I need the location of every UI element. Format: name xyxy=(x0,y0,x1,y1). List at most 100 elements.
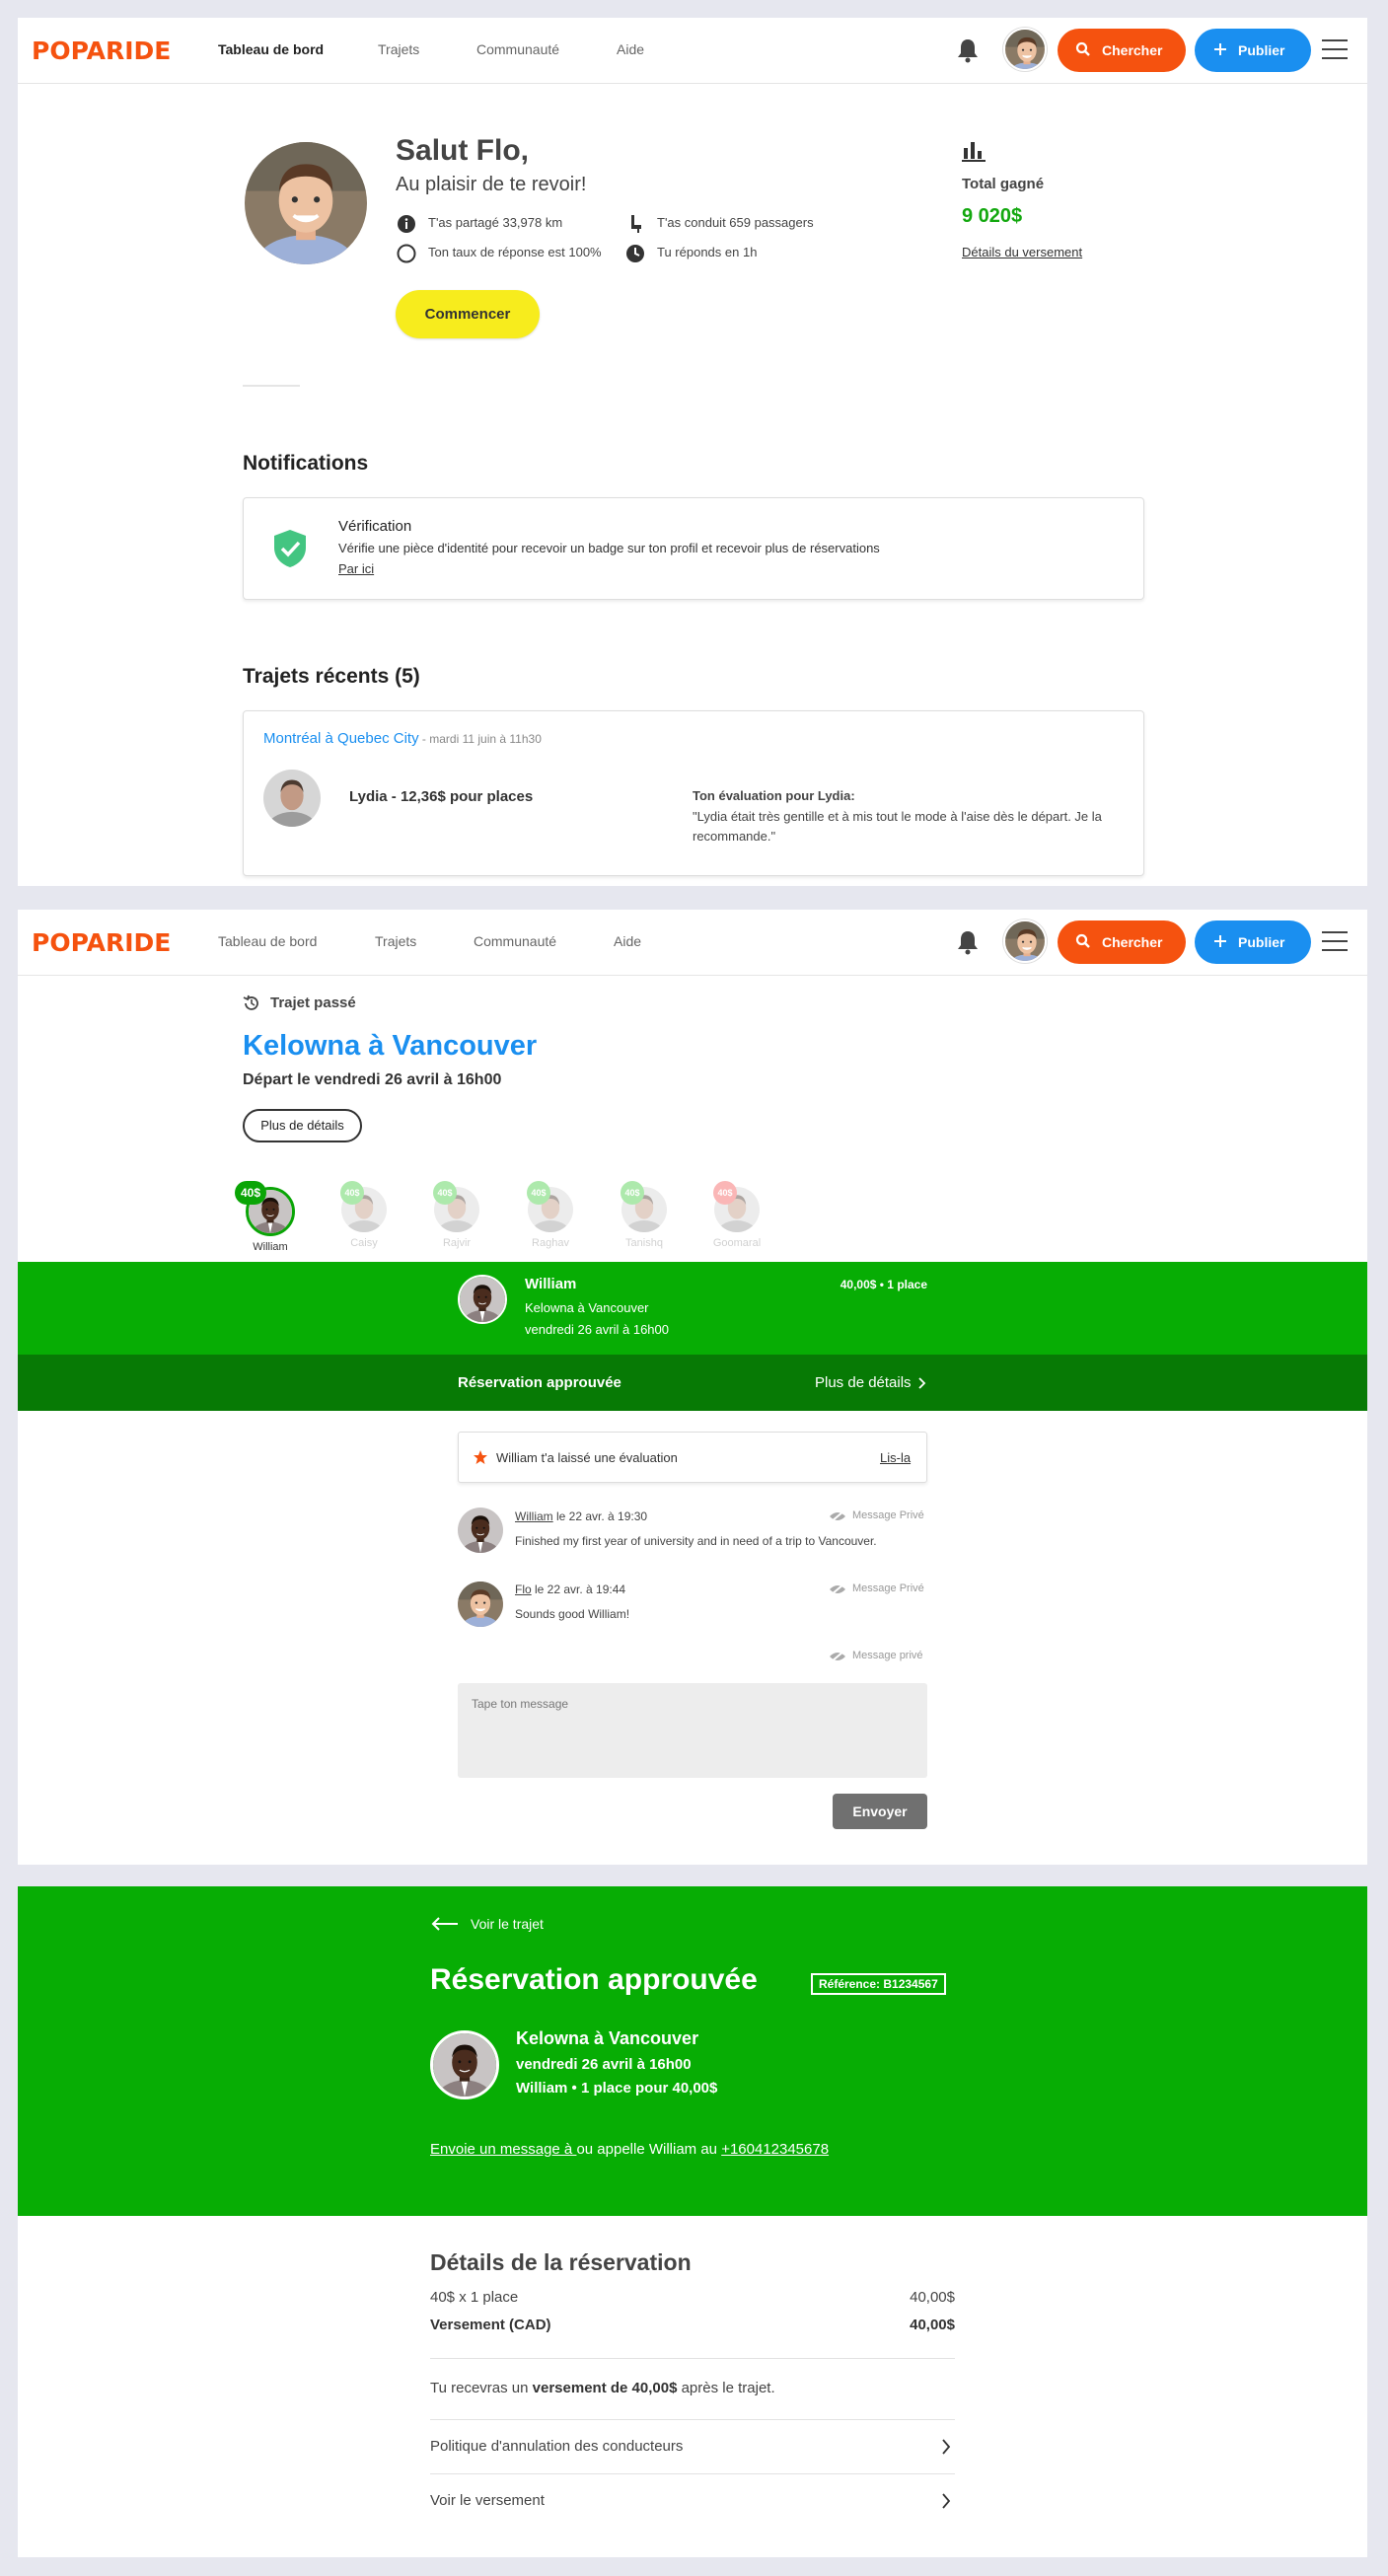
review-notice-card: William t'a laissé une évaluation Lis-la xyxy=(458,1432,927,1483)
bell-icon[interactable] xyxy=(956,37,980,68)
message-author[interactable]: William xyxy=(515,1509,553,1523)
reservation-avatar xyxy=(430,2030,499,2099)
arrow-left-icon[interactable] xyxy=(430,1916,460,1937)
passenger-name: Tanishq xyxy=(625,1237,663,1249)
booking-date: vendredi 26 avril à 16h00 xyxy=(525,1322,669,1337)
booking-name: William xyxy=(525,1276,577,1292)
passenger-price-badge: 40$ xyxy=(621,1181,644,1205)
message-header: William le 22 avr. à 19:30 xyxy=(515,1509,647,1523)
start-button[interactable]: Commencer xyxy=(396,290,540,338)
stat-distance: T'as partagé 33,978 km xyxy=(397,215,614,235)
nav-help[interactable]: Aide xyxy=(617,41,644,57)
chevron-right-icon xyxy=(917,1376,927,1395)
search-button[interactable]: Chercher xyxy=(1058,29,1186,72)
send-message-link[interactable]: Envoie un message à xyxy=(430,2141,576,2158)
nav-trips[interactable]: Trajets xyxy=(378,41,419,57)
payout-note-amount: versement de 40,00$ xyxy=(532,2380,678,2396)
top-header: POPARIDE Tableau de bord Trajets Communa… xyxy=(18,910,1367,976)
stat-response-time-text: Tu réponds en 1h xyxy=(657,245,758,259)
greeting-subtitle: Au plaisir de te revoir! xyxy=(396,174,587,195)
nav-community[interactable]: Communauté xyxy=(476,41,559,57)
passenger-william[interactable]: 40$ William xyxy=(235,1181,298,1253)
read-review-link[interactable]: Lis-la xyxy=(880,1450,911,1465)
trip-departure: Départ le vendredi 26 avril à 16h00 xyxy=(243,1071,502,1088)
search-label: Chercher xyxy=(1102,934,1163,950)
nav-dashboard[interactable]: Tableau de bord xyxy=(218,933,317,949)
message-header: Flo le 22 avr. à 19:44 xyxy=(515,1582,625,1596)
shield-check-icon xyxy=(271,528,309,574)
hidden-eye-icon xyxy=(829,1509,846,1527)
passenger-goomaral[interactable]: 40$ Goomaral xyxy=(709,1181,765,1249)
passenger-price-badge: 40$ xyxy=(235,1181,266,1205)
stat-distance-text: T'as partagé 33,978 km xyxy=(428,215,563,230)
contact-line: Envoie un message à ou appelle William a… xyxy=(430,2141,829,2158)
message-text: Sounds good William! xyxy=(515,1607,630,1621)
nav-trips[interactable]: Trajets xyxy=(375,933,416,949)
dashboard-screen: POPARIDE Tableau de bord Trajets Communa… xyxy=(18,18,1367,886)
cancellation-policy-row[interactable]: Politique d'annulation des conducteurs xyxy=(430,2420,955,2473)
circle-icon xyxy=(397,244,416,266)
booking-summary-banner: William Kelowna à Vancouver vendredi 26 … xyxy=(18,1262,1367,1355)
passenger-caisy[interactable]: 40$ Caisy xyxy=(336,1181,392,1249)
chart-icon xyxy=(962,140,986,167)
back-to-trip-link[interactable]: Voir le trajet xyxy=(471,1916,544,1932)
passenger-raghav[interactable]: 40$ Raghav xyxy=(523,1181,578,1249)
passenger-tanishq[interactable]: 40$ Tanishq xyxy=(617,1181,672,1249)
greeting-title: Salut Flo, xyxy=(396,134,529,167)
publish-button[interactable]: Publier xyxy=(1195,29,1311,72)
stat-response-rate-text: Ton taux de réponse est 100% xyxy=(428,245,602,259)
nav-community[interactable]: Communauté xyxy=(474,933,556,949)
nav-dashboard[interactable]: Tableau de bord xyxy=(218,41,324,57)
private-toggle-label[interactable]: Message privé xyxy=(852,1650,923,1661)
passenger-name: Rajvir xyxy=(442,1237,472,1249)
menu-icon[interactable] xyxy=(1322,931,1348,953)
stat-response-time: Tu réponds en 1h xyxy=(625,245,842,264)
message-author[interactable]: Flo xyxy=(515,1582,532,1596)
booking-status-bar[interactable]: Réservation approuvée Plus de détails xyxy=(18,1355,1367,1411)
trip-route-link[interactable]: Montréal à Quebec City xyxy=(263,730,419,747)
passenger-name: Goomaral xyxy=(712,1237,762,1249)
hidden-eye-icon xyxy=(829,1582,846,1600)
trip-heading: Montréal à Quebec City - mardi 11 juin à… xyxy=(263,730,542,747)
payout-value: 40,00$ xyxy=(910,2317,955,2333)
message-input[interactable]: Tape ton message xyxy=(458,1683,927,1778)
passenger-avatar xyxy=(263,770,321,827)
plus-icon xyxy=(1212,933,1228,952)
notification-link[interactable]: Par ici xyxy=(338,561,374,576)
publish-button[interactable]: Publier xyxy=(1195,920,1311,964)
stat-passengers-text: T'as conduit 659 passagers xyxy=(657,215,814,230)
payout-details-link[interactable]: Détails du versement xyxy=(962,245,1082,259)
phone-link[interactable]: +160412345678 xyxy=(721,2141,829,2158)
booking-route: Kelowna à Vancouver xyxy=(525,1300,649,1315)
history-icon xyxy=(243,994,260,1017)
bell-icon[interactable] xyxy=(956,929,980,960)
reservation-date: vendredi 26 avril à 16h00 xyxy=(516,2056,692,2073)
poparide-logo[interactable]: POPARIDE xyxy=(32,928,171,957)
private-label: Message Privé xyxy=(852,1509,924,1521)
passenger-price-badge: 40$ xyxy=(340,1181,364,1205)
view-payout-row[interactable]: Voir le versement xyxy=(430,2474,955,2528)
notification-text: Vérifie une pièce d'identité pour recevo… xyxy=(338,541,880,555)
booking-avatar xyxy=(458,1275,507,1324)
user-avatar[interactable] xyxy=(1003,920,1047,963)
poparide-logo[interactable]: POPARIDE xyxy=(32,37,171,65)
view-payout-link: Voir le versement xyxy=(430,2492,545,2509)
earnings-label: Total gagné xyxy=(962,176,1045,192)
notification-title: Vérification xyxy=(338,518,412,535)
trip-title: Kelowna à Vancouver xyxy=(243,1030,538,1062)
trip-details-button[interactable]: Plus de détails xyxy=(243,1109,362,1142)
send-button[interactable]: Envoyer xyxy=(833,1794,927,1829)
booking-status: Réservation approuvée xyxy=(458,1374,621,1391)
recent-trip-card[interactable]: Montréal à Quebec City - mardi 11 juin à… xyxy=(243,710,1144,876)
booking-more-link[interactable]: Plus de détails xyxy=(815,1374,912,1391)
passenger-name: Raghav xyxy=(532,1237,569,1249)
passenger-rajvir[interactable]: 40$ Rajvir xyxy=(429,1181,484,1249)
details-title: Détails de la réservation xyxy=(430,2249,692,2275)
user-avatar[interactable] xyxy=(1003,28,1047,71)
payout-label: Versement (CAD) xyxy=(430,2317,551,2333)
search-button[interactable]: Chercher xyxy=(1058,920,1186,964)
star-icon xyxy=(473,1449,488,1470)
menu-icon[interactable] xyxy=(1322,39,1348,61)
nav-help[interactable]: Aide xyxy=(614,933,641,949)
stat-passengers: T'as conduit 659 passagers xyxy=(625,215,842,235)
